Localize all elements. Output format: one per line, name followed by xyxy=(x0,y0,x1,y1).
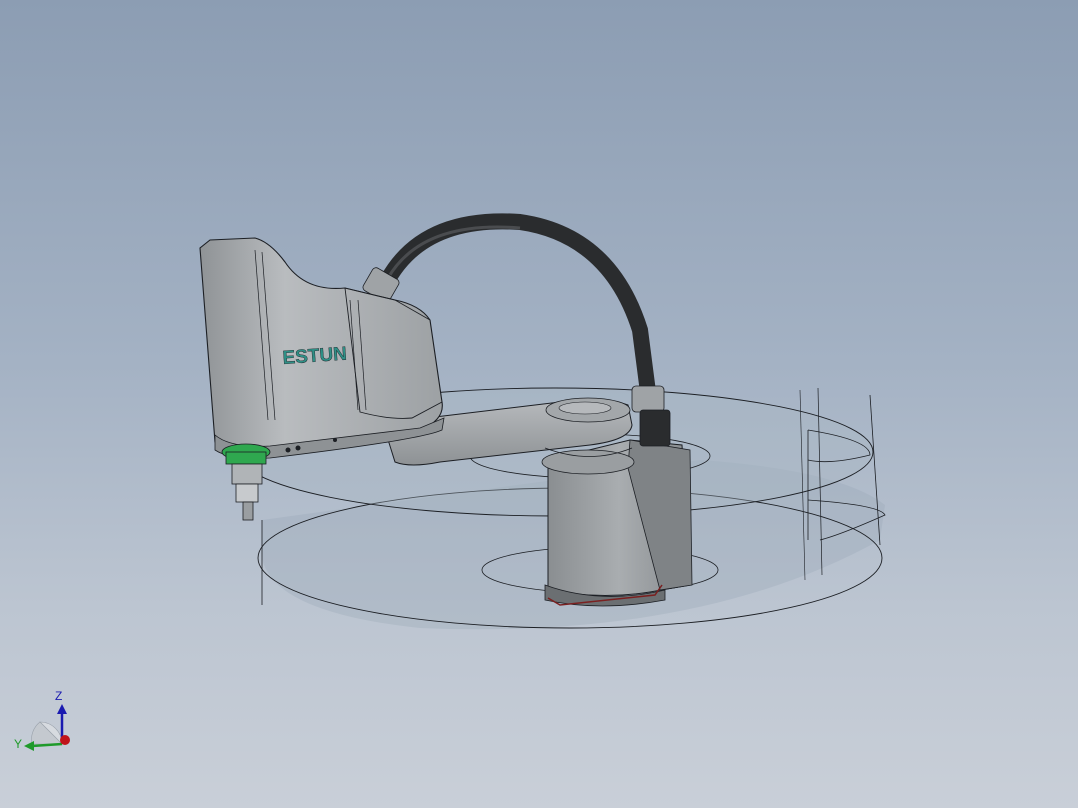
robot-base[interactable] xyxy=(541,439,693,607)
robot-head[interactable]: ESTUN xyxy=(199,237,445,459)
view-triad[interactable]: Z Y xyxy=(10,684,80,754)
brand-logo: ESTUN xyxy=(282,344,348,369)
graphics-viewport[interactable]: ESTUN Z Y xyxy=(0,0,1078,808)
model-scene[interactable]: ESTUN xyxy=(0,0,1078,808)
triad-z-label: Z xyxy=(55,689,62,703)
triad-x-axis-icon xyxy=(60,735,70,745)
triad-y-label: Y xyxy=(14,737,22,751)
